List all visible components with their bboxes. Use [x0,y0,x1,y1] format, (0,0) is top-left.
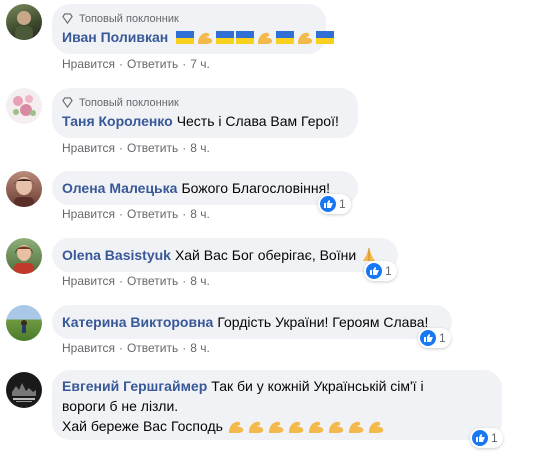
comment-text-line: Так би у кожній Українській сім'ї і [211,378,424,394]
reply-link[interactable]: Ответить [127,57,178,71]
comment-bubble: Катерина Викторовна Гордість України! Гер… [52,305,452,339]
badge-label: Топовый поклонник [79,12,179,25]
badge-label: Топовый поклонник [79,96,179,109]
comment: Топовый поклонник Иван Поливкан Нравится… [0,0,541,80]
comment: Евгений Гершгаймер Так би у кожній Україн… [0,368,541,457]
like-link[interactable]: Нравится [62,274,115,288]
comment-text: Гордість України! Героям Слава! [217,314,429,330]
like-link[interactable]: Нравится [62,141,115,155]
comment-bubble: Олена Малецька Божого Благословіння! [52,171,358,205]
thumbs-up-icon [420,330,436,346]
flexed-biceps-emoji [288,421,303,433]
comment-time[interactable]: 8 ч. [190,141,210,155]
comment-author[interactable]: Иван Поливкан [62,29,168,45]
ukraine-flag-emoji [316,31,335,44]
comment-author[interactable]: Олена Малецька [62,180,177,196]
reaction-number: 1 [491,431,498,445]
flexed-biceps-emoji [328,421,343,433]
avatar[interactable] [6,305,42,341]
top-fan-badge[interactable]: Топовый поклонник [62,10,314,27]
ukraine-flag-emoji [236,31,255,44]
comment-time[interactable]: 8 ч. [190,274,210,288]
separator: · [118,274,123,288]
like-link[interactable]: Нравится [62,57,115,71]
reply-link[interactable]: Ответить [127,341,178,355]
avatar[interactable] [6,372,42,408]
comment-author[interactable]: Евгений Гершгаймер [62,378,207,394]
flexed-biceps-emoji [228,421,243,433]
comment-bubble: Топовый поклонник Таня Короленко Честь і … [52,88,358,138]
flexed-biceps-emoji [308,421,323,433]
comment-time[interactable]: 7 ч. [190,57,210,71]
like-link[interactable]: Нравится [62,207,115,221]
comment-text: Божого Благословіння! [181,180,331,196]
diamond-icon [62,13,73,24]
separator: · [118,141,123,155]
comment-bubble: Евгений Гершгаймер Так би у кожній Україн… [52,370,502,440]
separator: · [182,207,187,221]
reaction-number: 1 [439,331,446,345]
flexed-biceps-emoji [348,421,363,433]
comment: Olena Basistyuk Хай Вас Бог оберігає, Вої… [0,234,541,296]
reaction-count[interactable]: 1 [470,428,503,448]
comment-actions: Нравится · Ответить · 8 ч. [62,274,210,288]
flexed-biceps-emoji [248,421,263,433]
comment-author[interactable]: Olena Basistyuk [62,247,171,263]
reply-link[interactable]: Ответить [127,141,178,155]
reply-link[interactable]: Ответить [127,274,178,288]
top-fan-badge[interactable]: Топовый поклонник [62,94,346,111]
separator: · [118,207,123,221]
ukraine-flag-emoji [216,31,235,44]
separator: · [182,141,187,155]
flexed-biceps-emoji [198,32,213,44]
separator: · [182,274,187,288]
comment-actions: Нравится · Ответить · 7 ч. [62,57,210,71]
avatar[interactable] [6,88,42,124]
avatar[interactable] [6,4,42,40]
separator: · [118,341,123,355]
comment: Катерина Викторовна Гордість України! Гер… [0,301,541,363]
ukraine-flag-emoji [276,31,295,44]
separator: · [182,57,187,71]
flexed-biceps-emoji [298,32,313,44]
comment-actions: Нравится · Ответить · 8 ч. [62,141,210,155]
comment: Олена Малецька Божого Благословіння! 1 Нр… [0,167,541,229]
reaction-number: 1 [385,264,392,278]
reply-link[interactable]: Ответить [127,207,178,221]
comment-text-line: вороги б не лізли. [62,398,179,414]
flexed-biceps-emoji [268,421,283,433]
ukraine-flag-emoji [176,31,195,44]
comment-actions: Нравится · Ответить · 8 ч. [62,207,210,221]
comment-time[interactable]: 8 ч. [190,207,210,221]
flexed-biceps-emoji [368,421,383,433]
thumbs-up-icon [320,196,336,212]
comment-text: Честь і Слава Вам Герої! [176,113,339,129]
comment-bubble: Топовый поклонник Иван Поливкан [52,4,335,54]
separator: · [118,57,123,71]
reaction-count[interactable]: 1 [318,194,351,214]
comment-author[interactable]: Катерина Викторовна [62,314,213,330]
reaction-number: 1 [339,197,346,211]
comment-actions: Нравится · Ответить · 8 ч. [62,341,210,355]
thumbs-up-icon [472,430,488,446]
avatar[interactable] [6,171,42,207]
comment-author[interactable]: Таня Короленко [62,113,173,129]
comment-text-line: Хай береже Вас Господь [62,418,223,434]
like-link[interactable]: Нравится [62,341,115,355]
diamond-icon [62,97,73,108]
thumbs-up-icon [366,263,382,279]
comment-time[interactable]: 8 ч. [190,341,210,355]
avatar[interactable] [6,238,42,274]
reaction-count[interactable]: 1 [418,328,451,348]
comment-bubble: Olena Basistyuk Хай Вас Бог оберігає, Вої… [52,238,398,272]
separator: · [182,341,187,355]
comment: Топовый поклонник Таня Короленко Честь і … [0,84,541,159]
comment-text: Хай Вас Бог оберігає, Воїни [174,247,357,263]
reaction-count[interactable]: 1 [364,261,397,281]
flexed-biceps-emoji [258,32,273,44]
